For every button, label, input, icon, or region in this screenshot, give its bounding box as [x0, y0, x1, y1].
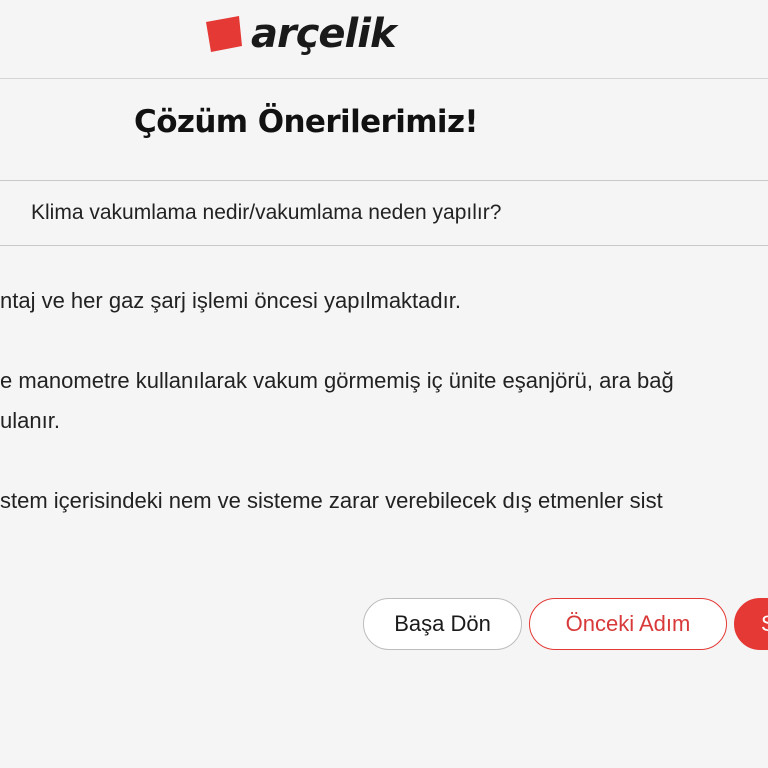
page: arçelik Çözüm Önerilerimiz! Klima vakuml…: [0, 0, 768, 768]
next-button[interactable]: S: [734, 598, 768, 650]
answer-line-3: ulanır.: [0, 408, 60, 433]
home-button[interactable]: Başa Dön: [363, 598, 522, 650]
brand-name: arçelik: [251, 11, 397, 57]
brand-logo[interactable]: arçelik: [203, 8, 397, 60]
brand-flag-icon: [206, 16, 242, 52]
previous-step-button[interactable]: Önceki Adım: [529, 598, 727, 650]
header: arçelik: [0, 0, 768, 79]
question-bar: Klima vakumlama nedir/vakumlama neden ya…: [0, 180, 768, 246]
answer-line-4: stem içerisindeki nem ve sisteme zarar v…: [0, 488, 663, 513]
page-title: Çözüm Önerilerimiz!: [134, 104, 478, 140]
question-text: Klima vakumlama nedir/vakumlama neden ya…: [31, 201, 502, 224]
answer-line-2: e manometre kullanılarak vakum görmemiş …: [0, 368, 674, 393]
answer-line-1: ntaj ve her gaz şarj işlemi öncesi yapıl…: [0, 288, 461, 313]
